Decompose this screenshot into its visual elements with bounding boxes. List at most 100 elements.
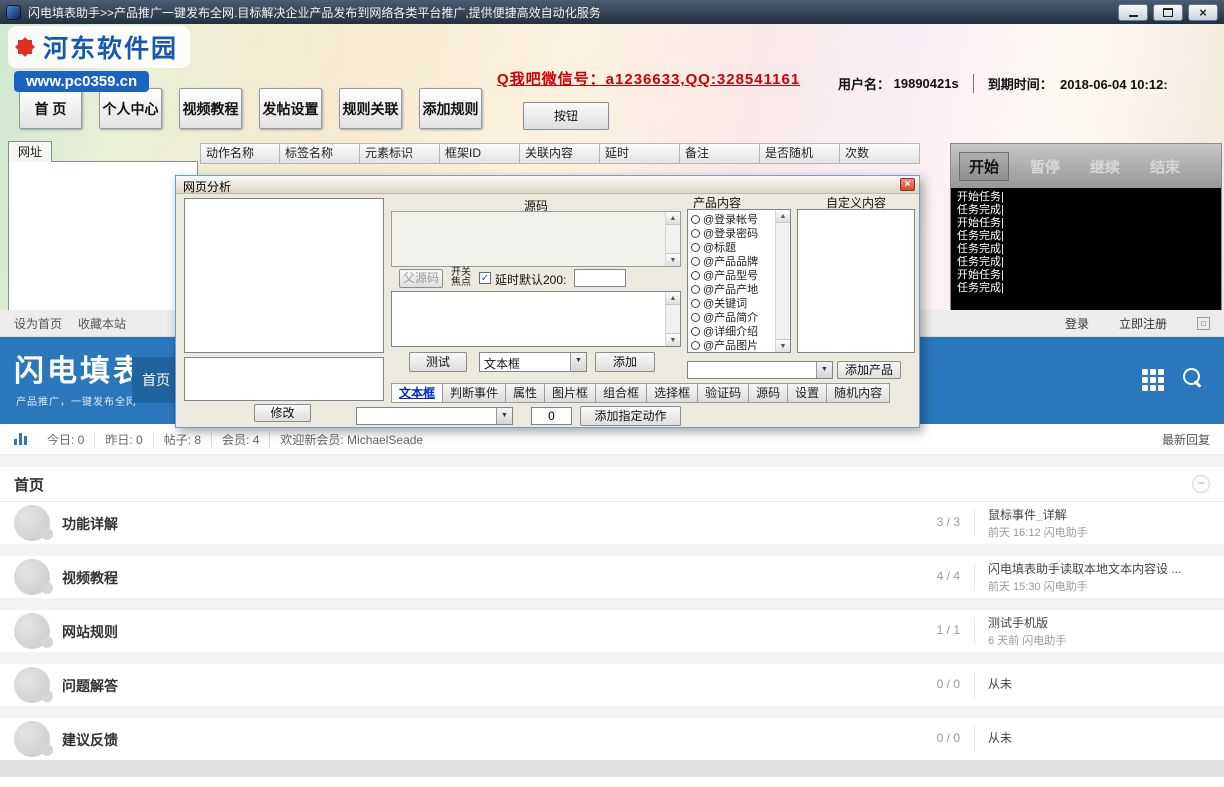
menu-home[interactable]: 首页 — [132, 357, 180, 403]
product-option[interactable]: @详细介绍 — [691, 324, 787, 338]
custom-content-list[interactable] — [797, 209, 915, 353]
collapse-icon[interactable]: − — [1192, 475, 1210, 493]
delay-checkbox[interactable]: ✓ — [479, 272, 491, 284]
tab-image-box[interactable]: 图片框 — [544, 383, 596, 403]
column-related-content[interactable]: 关联内容 — [520, 143, 600, 164]
stop-button[interactable]: 结束 — [1141, 153, 1189, 180]
nav-profile-button[interactable]: 个人中心 — [99, 88, 162, 129]
product-option[interactable]: @产品简介 — [691, 310, 787, 324]
action-select[interactable]: ▼ — [356, 407, 513, 425]
delay-input[interactable] — [574, 269, 626, 287]
product-option[interactable]: @登录帐号 — [691, 212, 787, 226]
pause-button[interactable]: 暂停 — [1021, 153, 1069, 180]
last-post-title[interactable]: 鼠标事件_详解 — [988, 506, 1224, 521]
count-input[interactable] — [531, 407, 572, 425]
row-separator — [0, 706, 1224, 718]
add-specified-action-button[interactable]: 添加指定动作 — [580, 406, 681, 426]
forum-row[interactable]: 功能详解 3 / 3 鼠标事件_详解 前天 16:12 闪电助手 — [0, 502, 1224, 544]
apps-grid-icon[interactable] — [1142, 369, 1164, 391]
site-slogan: 产品推广，一键发布全网 — [16, 393, 137, 408]
product-select[interactable]: ▼ — [687, 361, 833, 379]
scrollbar[interactable]: ▲ ▼ — [665, 212, 680, 266]
url-list[interactable] — [8, 161, 198, 314]
column-delay[interactable]: 延时 — [600, 143, 680, 164]
scrollbar[interactable]: ▲ ▼ — [665, 292, 680, 346]
forum-row[interactable]: 视频教程 4 / 4 闪电填表助手读取本地文本内容设 ... 前天 15:30 … — [0, 556, 1224, 598]
nav-add-rule-button[interactable]: 添加规则 — [419, 88, 482, 129]
button-demo-button[interactable]: 按钮 — [523, 102, 609, 130]
column-remark[interactable]: 备注 — [680, 143, 760, 164]
modify-button[interactable]: 修改 — [254, 404, 311, 422]
login-link[interactable]: 登录 — [1065, 315, 1089, 332]
add-button[interactable]: 添加 — [595, 352, 655, 372]
nav-rule-association-button[interactable]: 规则关联 — [339, 88, 402, 129]
dialog-titlebar[interactable]: 网页分析 × — [176, 176, 919, 194]
register-link[interactable]: 立即注册 — [1119, 315, 1167, 332]
selected-source-box[interactable]: ▲ ▼ — [391, 291, 681, 347]
forum-row[interactable]: 建议反馈 0 / 0 从未 — [0, 718, 1224, 760]
minimize-button[interactable] — [1118, 4, 1148, 21]
tab-random-content[interactable]: 随机内容 — [826, 383, 890, 403]
tab-captcha[interactable]: 验证码 — [697, 383, 749, 403]
forum-name[interactable]: 网站规则 — [62, 622, 118, 642]
scroll-down-icon[interactable]: ▼ — [666, 253, 680, 266]
product-option[interactable]: @产品品牌 — [691, 254, 787, 268]
tab-attribute[interactable]: 属性 — [505, 383, 545, 403]
forum-row[interactable]: 问题解答 0 / 0 从未 — [0, 664, 1224, 706]
site-logo[interactable]: 闪电填表 — [14, 346, 146, 390]
product-option[interactable]: @产品型号 — [691, 268, 787, 282]
maximize-button[interactable] — [1153, 4, 1183, 21]
forum-name[interactable]: 问题解答 — [62, 676, 118, 696]
product-option[interactable]: @产品图片 — [691, 338, 787, 352]
scroll-up-icon[interactable]: ▲ — [666, 292, 680, 305]
forum-row[interactable]: 网站规则 1 / 1 测试手机版 6 天前 闪电助手 — [0, 610, 1224, 652]
tab-source[interactable]: 源码 — [748, 383, 788, 403]
column-count[interactable]: 次数 — [840, 143, 920, 164]
tab-textbox[interactable]: 文本框 — [391, 383, 443, 403]
latest-reply-link[interactable]: 最新回复 — [1162, 431, 1210, 448]
column-tag-name[interactable]: 标签名称 — [280, 143, 360, 164]
scroll-down-icon[interactable]: ▼ — [666, 333, 680, 346]
product-content-list[interactable]: @登录帐号 @登录密码 @标题 @产品品牌 @产品型号 @产品产地 @关键词 @… — [687, 209, 791, 353]
parent-source-button[interactable]: 父源码 — [399, 269, 443, 288]
scroll-down-icon[interactable]: ▼ — [776, 339, 790, 352]
tab-judge-event[interactable]: 判断事件 — [442, 383, 506, 403]
column-action-name[interactable]: 动作名称 — [200, 143, 280, 164]
column-frame-id[interactable]: 框架ID — [440, 143, 520, 164]
set-home-link[interactable]: 设为首页 — [14, 315, 62, 332]
last-post-title[interactable]: 测试手机版 — [988, 614, 1224, 629]
scroll-up-icon[interactable]: ▲ — [666, 212, 680, 225]
tab-combo-box[interactable]: 组合框 — [595, 383, 647, 403]
forum-name[interactable]: 视频教程 — [62, 568, 118, 588]
tab-settings[interactable]: 设置 — [787, 383, 827, 403]
product-option[interactable]: @关键词 — [691, 296, 787, 310]
forum-name[interactable]: 建议反馈 — [62, 730, 118, 750]
source-code-box[interactable]: ▲ ▼ — [391, 211, 681, 267]
dialog-close-button[interactable]: × — [900, 178, 915, 191]
forum-name[interactable]: 功能详解 — [62, 514, 118, 534]
start-button[interactable]: 开始 — [959, 152, 1009, 181]
element-detail-textarea[interactable] — [184, 357, 384, 401]
scrollbar[interactable]: ▲ ▼ — [775, 210, 790, 352]
column-element-id[interactable]: 元素标识 — [360, 143, 440, 164]
resume-button[interactable]: 继续 — [1081, 153, 1129, 180]
product-option[interactable]: @登录密码 — [691, 226, 787, 240]
tab-select-box[interactable]: 选择框 — [646, 383, 698, 403]
scroll-up-icon[interactable]: ▲ — [776, 210, 790, 223]
nav-video-tutorial-button[interactable]: 视频教程 — [179, 88, 242, 129]
add-product-button[interactable]: 添加产品 — [837, 361, 901, 379]
fullscreen-icon[interactable] — [1197, 317, 1210, 330]
element-list-textarea[interactable] — [184, 198, 384, 353]
last-post-title[interactable]: 闪电填表助手读取本地文本内容设 ... — [988, 560, 1224, 575]
search-icon[interactable] — [1182, 367, 1206, 391]
test-button[interactable]: 测试 — [409, 352, 467, 372]
nav-post-settings-button[interactable]: 发帖设置 — [259, 88, 322, 129]
column-random[interactable]: 是否随机 — [760, 143, 840, 164]
nav-home-button[interactable]: 首 页 — [19, 88, 82, 129]
favorite-link[interactable]: 收藏本站 — [78, 315, 126, 332]
close-button[interactable]: × — [1188, 4, 1218, 21]
element-type-select[interactable]: 文本框 ▼ — [479, 352, 587, 372]
product-option[interactable]: @产品产地 — [691, 282, 787, 296]
product-option[interactable]: @标题 — [691, 240, 787, 254]
tab-url[interactable]: 网址 — [8, 141, 52, 162]
